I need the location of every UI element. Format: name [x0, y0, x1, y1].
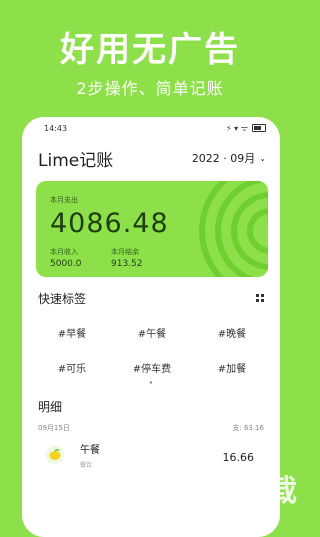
entry-text: 午餐 餐饮 [80, 441, 223, 469]
tags-pager-dot: • [148, 379, 154, 387]
balance-value: 913.52 [111, 259, 143, 269]
quick-tags-title: 快速标签 [38, 291, 87, 306]
month-selector-label: 2022 · 09月 [191, 152, 256, 165]
battery-icon [252, 124, 266, 132]
status-bar: 14:43 ⚡ ▾ ᯤ [22, 117, 280, 139]
tag-item[interactable]: #早餐 [32, 321, 112, 344]
day-total: 支: 63.16 [232, 424, 264, 432]
month-selector[interactable]: 2022 · 09月 ⌄ [192, 150, 266, 166]
status-time: 14:43 [44, 123, 68, 133]
watermark-logo: KK下载 [193, 474, 297, 509]
promo-screen: { "promo": { "headline": "好用无广告", "subli… [0, 0, 300, 537]
tag-item[interactable]: #晚餐 [192, 321, 272, 344]
expense-value: 4086.48 [50, 208, 169, 239]
quick-tags-grid: #早餐 #午餐 #晚餐 #可乐 #停车费 #加餐 [22, 307, 280, 379]
balance-label: 本月结余 [111, 248, 139, 256]
entry-name: 午餐 [80, 445, 100, 456]
chevron-down-icon: ⌄ [259, 153, 266, 163]
monthly-summary-card[interactable]: 本月支出 4086.48 本月收入 5000.0 本月结余 913.52 [36, 181, 268, 277]
promo-headline: 好用无广告 [60, 30, 240, 70]
signal-icons: ⚡ ▾ ᯤ [225, 123, 248, 133]
quick-tags-header: 快速标签 [22, 289, 280, 307]
expense-label: 本月支出 [50, 196, 78, 204]
income-label: 本月收入 [50, 248, 78, 256]
income-value: 5000.0 [50, 259, 82, 269]
tag-item[interactable]: #停车费 [112, 356, 192, 379]
app-header: Lime记账 2022 · 09月 ⌄ [22, 139, 280, 171]
day-row: 09月15日 支: 63.16 [22, 415, 280, 433]
details-title: 明细 [38, 399, 63, 414]
details-header: 明细 [22, 397, 280, 415]
entry-amount: 16.66 [222, 450, 255, 464]
grid-icon[interactable] [256, 294, 264, 302]
rings-decoration-icon [199, 181, 268, 277]
list-item[interactable]: 午餐 餐饮 16.66 [22, 433, 280, 469]
lemon-icon [46, 446, 64, 464]
app-title: Lime记账 [38, 150, 114, 171]
day-date: 09月15日 [38, 424, 70, 432]
status-icons: ⚡ ▾ ᯤ [226, 123, 266, 134]
tag-item[interactable]: #午餐 [112, 321, 192, 344]
tag-item[interactable]: #可乐 [32, 356, 112, 379]
tag-item[interactable]: #加餐 [192, 356, 272, 379]
promo-subline: 2步操作、简单记账 [76, 79, 224, 98]
